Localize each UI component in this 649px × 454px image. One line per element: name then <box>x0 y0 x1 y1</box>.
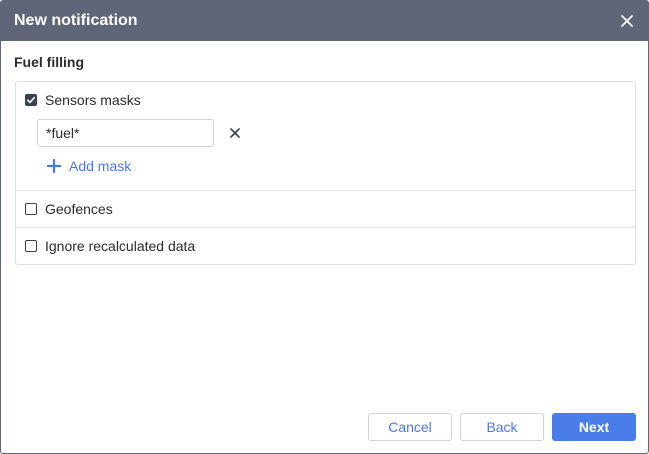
next-button[interactable]: Next <box>552 413 636 441</box>
sensors-masks-label: Sensors masks <box>45 92 141 108</box>
sensors-masks-checkbox-row[interactable]: Sensors masks <box>25 92 141 108</box>
ignore-recalculated-label: Ignore recalculated data <box>45 238 196 254</box>
row-divider <box>16 227 635 228</box>
row-divider <box>16 190 635 191</box>
dialog-title: New notification <box>14 12 138 29</box>
new-notification-dialog: New notification Fuel filling Sensors ma… <box>0 0 649 454</box>
add-mask-button[interactable]: Add mask <box>47 158 131 174</box>
geofences-checkbox[interactable] <box>25 203 37 215</box>
back-button[interactable]: Back <box>460 413 544 441</box>
geofences-checkbox-row[interactable]: Geofences <box>25 201 113 217</box>
section-title: Fuel filling <box>14 54 84 70</box>
plus-icon <box>47 159 61 173</box>
ignore-recalculated-checkbox[interactable] <box>25 240 37 252</box>
dialog-titlebar: New notification <box>1 1 648 41</box>
add-mask-label: Add mask <box>69 158 132 174</box>
close-icon <box>621 15 633 27</box>
checkmark-icon <box>27 96 36 104</box>
remove-mask-button[interactable] <box>228 126 242 140</box>
sensor-mask-input[interactable] <box>37 119 214 147</box>
ignore-recalculated-checkbox-row[interactable]: Ignore recalculated data <box>25 238 195 254</box>
close-button[interactable] <box>616 10 638 32</box>
options-panel: Sensors masks Add mask Geofences Ignore … <box>15 81 636 265</box>
close-icon <box>230 128 240 138</box>
sensors-masks-checkbox[interactable] <box>25 94 37 106</box>
cancel-button[interactable]: Cancel <box>368 413 452 441</box>
geofences-label: Geofences <box>45 201 113 217</box>
